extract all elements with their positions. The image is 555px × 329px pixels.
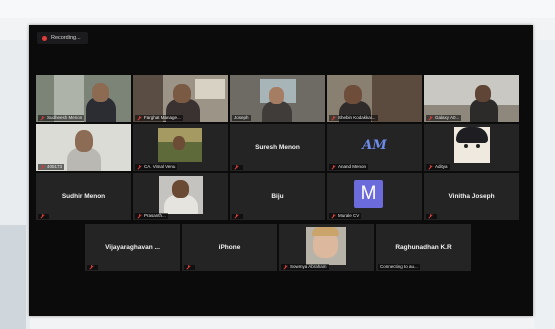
video-person-body <box>262 101 292 122</box>
mic-muted-icon <box>40 214 45 219</box>
participant-name-label: Galaxy A0... <box>426 115 462 121</box>
participant-name-label <box>232 214 243 219</box>
mic-muted-icon <box>331 115 336 121</box>
participant-tile-vijayaraghavan[interactable]: Vijayaraghavan ... <box>85 224 180 271</box>
participant-tile-shebin[interactable]: Shebin Kodakkal... <box>327 75 422 122</box>
recording-label: Recording... <box>51 35 81 41</box>
video-person-face <box>173 84 191 103</box>
participant-name-label <box>87 265 98 270</box>
participant-center-name: Sudhir Menon <box>61 192 106 200</box>
participant-center-name: Vijayaraghavan ... <box>105 243 160 251</box>
mic-muted-icon <box>186 265 191 270</box>
mic-muted-icon <box>40 164 45 170</box>
participant-name-label: Sudheesh Menon <box>38 115 85 121</box>
participant-tile-iphone[interactable]: iPhone <box>182 224 277 271</box>
participant-tile-anand[interactable]: AM Anand Menon <box>327 124 422 171</box>
recording-dot-icon <box>42 35 47 41</box>
video-person-face <box>475 85 491 102</box>
participant-name-label <box>38 214 49 219</box>
anime-eye <box>464 144 468 148</box>
participant-status-label: Connecting to au... <box>378 264 420 270</box>
avatar-initials: AM <box>362 138 387 153</box>
participant-tile-405173[interactable]: 405173 <box>36 124 131 171</box>
participant-name-label: Shebin Kodakkal... <box>329 115 378 121</box>
page-top-margin <box>0 0 555 18</box>
participant-name-label <box>426 214 437 219</box>
participant-tile-vimal[interactable]: CA. Vimal Venu <box>133 124 228 171</box>
participant-tile-aditya[interactable]: Aditya <box>424 124 519 171</box>
participant-name-label: Prasanth... <box>135 213 168 219</box>
mic-muted-icon <box>89 265 94 270</box>
mic-muted-icon <box>428 214 433 219</box>
participant-tile-raghunadhan[interactable]: Raghunadhan K.R Connecting to au... <box>376 224 471 271</box>
participant-name-label: Sowmya Abraham <box>281 264 329 270</box>
mic-muted-icon <box>137 164 142 170</box>
anime-eye <box>476 144 480 148</box>
mic-muted-icon <box>234 214 239 219</box>
participant-name-label: Farghat Manage... <box>135 115 183 121</box>
recording-indicator[interactable]: Recording... <box>37 32 88 44</box>
participant-tile-joseph-active-speaker[interactable]: Joseph <box>230 75 325 122</box>
page-left-panel <box>0 225 26 329</box>
mic-muted-icon <box>234 165 239 170</box>
participant-name-label: 405173 <box>38 164 65 170</box>
anime-hair <box>456 127 488 143</box>
participant-tile-suresh[interactable]: Suresh Menon <box>230 124 325 171</box>
participant-name-label: Joseph <box>232 115 251 121</box>
video-meeting-window: Recording... Sudheesh Menon Farghat Mana… <box>29 25 533 316</box>
participant-tile-vinitha[interactable]: Vinitha Joseph <box>424 173 519 220</box>
mic-muted-icon <box>40 115 45 121</box>
mic-muted-icon <box>428 115 433 121</box>
mic-muted-icon <box>428 164 433 170</box>
participant-center-name: Biju <box>271 192 284 200</box>
participant-name-label <box>184 265 195 270</box>
participant-name-label: Aditya <box>426 164 450 170</box>
participant-name-label: Murale CV <box>329 213 362 219</box>
profile-photo-hair <box>312 227 339 236</box>
participant-center-name: iPhone <box>218 243 241 251</box>
video-person-face <box>269 87 284 104</box>
video-person-face <box>75 130 93 152</box>
participant-center-name: Vinitha Joseph <box>448 192 495 200</box>
mic-muted-icon <box>137 115 142 121</box>
participant-tile-sudheesh[interactable]: Sudheesh Menon <box>36 75 131 122</box>
mic-muted-icon <box>331 164 336 170</box>
participant-tile-murale[interactable]: M Murale CV <box>327 173 422 220</box>
participant-tile-sowmya[interactable]: Sowmya Abraham <box>279 224 374 271</box>
profile-photo-face <box>172 180 189 198</box>
video-cabinet <box>372 75 422 122</box>
page-right-margin <box>534 40 555 329</box>
avatar-letter: M <box>354 180 383 208</box>
participant-center-name: Raghunadhan K.R <box>395 243 452 251</box>
participant-name-label: Anand Menon <box>329 164 369 170</box>
participant-center-name: Suresh Menon <box>255 143 300 151</box>
participant-name-label <box>232 165 243 170</box>
participant-name-label: CA. Vimal Venu <box>135 164 178 170</box>
mic-muted-icon <box>283 264 288 270</box>
participant-tile-farghat[interactable]: Farghat Manage... <box>133 75 228 122</box>
profile-photo-face <box>173 136 185 150</box>
video-person-face <box>344 85 362 104</box>
participant-tile-galaxy[interactable]: Galaxy A0... <box>424 75 519 122</box>
mic-muted-icon <box>137 213 142 219</box>
video-person-body <box>470 99 498 122</box>
participant-tile-prasanth[interactable]: Prasanth... <box>133 173 228 220</box>
participant-tile-biju[interactable]: Biju <box>230 173 325 220</box>
video-wall-art <box>195 79 225 99</box>
video-person-face <box>92 83 109 102</box>
participant-tile-sudhir[interactable]: Sudhir Menon <box>36 173 131 220</box>
mic-muted-icon <box>331 213 336 219</box>
